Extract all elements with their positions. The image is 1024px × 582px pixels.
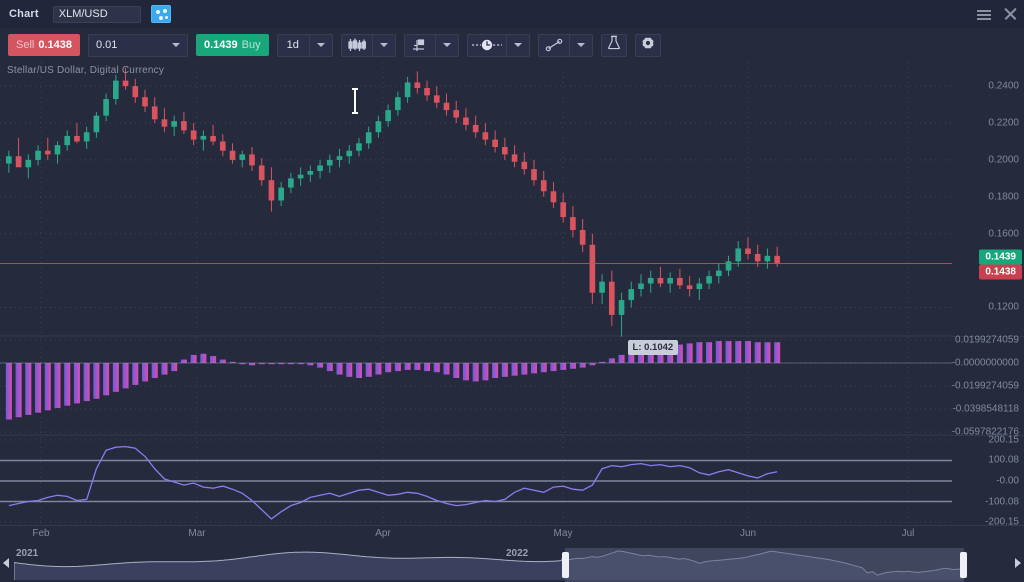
- axis-tick-label: 100.08: [988, 455, 1019, 466]
- axis-tick-label: 0.1600: [988, 228, 1019, 239]
- time-tick-label: Mar: [188, 528, 205, 539]
- minimap-handle-right[interactable]: [960, 552, 967, 578]
- arrow-right-icon[interactable]: [1015, 558, 1021, 568]
- buy-label: Buy: [242, 39, 261, 51]
- buy-price: 0.1439: [204, 39, 238, 51]
- chevron-down-icon: [380, 43, 388, 47]
- axis-tick-label: -100.08: [985, 496, 1019, 507]
- chart-plot-area[interactable]: L: 0.1042: [0, 62, 952, 525]
- time-tick-label: Apr: [375, 528, 391, 539]
- axis-tick-label: 200.15: [988, 435, 1019, 446]
- axis-tick-label: 0.1800: [988, 191, 1019, 202]
- sell-label: Sell: [16, 39, 34, 51]
- current-price-line: [0, 263, 952, 264]
- minimap-handle-left[interactable]: [562, 552, 569, 578]
- strategy-lab-button[interactable]: [601, 34, 627, 57]
- chevron-down-icon: [443, 43, 451, 47]
- window-controls: [976, 0, 1018, 28]
- symbol-input[interactable]: [53, 6, 141, 23]
- hamburger-menu-icon[interactable]: [976, 6, 992, 22]
- gear-icon: [641, 36, 655, 55]
- axis-tick-label: -0.0199274059: [952, 381, 1019, 392]
- chart-type-selector[interactable]: [341, 34, 396, 57]
- chevron-down-icon: [317, 43, 325, 47]
- sell-button[interactable]: Sell 0.1438: [8, 34, 80, 56]
- time-tick-label: Jul: [902, 528, 915, 539]
- chevron-down-icon: [172, 43, 180, 47]
- trendline-icon: [539, 34, 569, 57]
- timeframe-value: 1d: [278, 39, 309, 51]
- quantity-dropdown[interactable]: 0.01: [88, 34, 188, 57]
- chevron-down-icon: [514, 43, 522, 47]
- flask-icon: [607, 35, 621, 55]
- minimap-year-left: 2021: [16, 548, 38, 559]
- text-cursor: [354, 88, 356, 114]
- minimap-year-right: 2022: [506, 548, 528, 559]
- time-tick-label: Feb: [32, 528, 49, 539]
- chart-canvas: [0, 62, 952, 525]
- quantity-value: 0.01: [96, 39, 172, 51]
- clock-icon: [468, 34, 506, 57]
- time-tick-label: Jun: [740, 528, 756, 539]
- settings-button[interactable]: [635, 34, 661, 57]
- range-minimap[interactable]: 2021 2022: [0, 544, 1024, 582]
- minimap-track[interactable]: 2021 2022: [14, 546, 964, 580]
- axis-tick-label: 0.1200: [988, 302, 1019, 313]
- drawing-tool-selector[interactable]: [538, 34, 593, 57]
- candlestick-icon: [342, 34, 372, 57]
- period-low-marker: L: 0.1042: [628, 340, 679, 355]
- buy-button[interactable]: 0.1439 Buy: [196, 34, 269, 56]
- axis-tick-label: 0.2400: [988, 81, 1019, 92]
- value-axis[interactable]: 0.2400 0.2200 0.2000 0.1800 0.1600 0.1200 0.01…: [952, 62, 1024, 525]
- time-tool-selector[interactable]: [467, 34, 530, 57]
- time-tick-label: May: [554, 528, 573, 539]
- axis-tick-label: -0.00: [996, 476, 1019, 487]
- ask-price-badge: 0.1438: [979, 265, 1022, 280]
- title-bar: Chart: [0, 0, 1024, 28]
- trading-toolbar: Sell 0.1438 0.01 0.1439 Buy 1d: [0, 28, 1024, 62]
- chevron-down-icon: [577, 43, 585, 47]
- axis-tick-label: 0.2000: [988, 154, 1019, 165]
- indicators-selector[interactable]: [404, 34, 459, 57]
- axis-tick-label: 0.2200: [988, 118, 1019, 129]
- axis-tick-label: 0.0199274059: [955, 335, 1019, 346]
- time-axis[interactable]: Feb Mar Apr May Jun Jul: [0, 525, 1024, 544]
- axis-tick-label: -0.0000000000: [952, 358, 1019, 369]
- minimap-selection[interactable]: [565, 548, 964, 582]
- timeframe-selector[interactable]: 1d: [277, 34, 333, 57]
- window-title: Chart: [9, 8, 39, 20]
- bid-price-badge: 0.1439: [979, 250, 1022, 265]
- close-icon[interactable]: [1002, 6, 1018, 22]
- axis-divider: [0, 525, 1024, 526]
- network-dots-icon[interactable]: [151, 5, 171, 23]
- indicator-icon: [405, 34, 435, 57]
- chart-application: Chart Sell 0.1438 0.01 0.1439 Buy 1d: [0, 0, 1024, 582]
- sell-price: 0.1438: [38, 39, 72, 51]
- arrow-left-icon[interactable]: [3, 558, 9, 568]
- axis-tick-label: -0.0398548118: [952, 404, 1019, 415]
